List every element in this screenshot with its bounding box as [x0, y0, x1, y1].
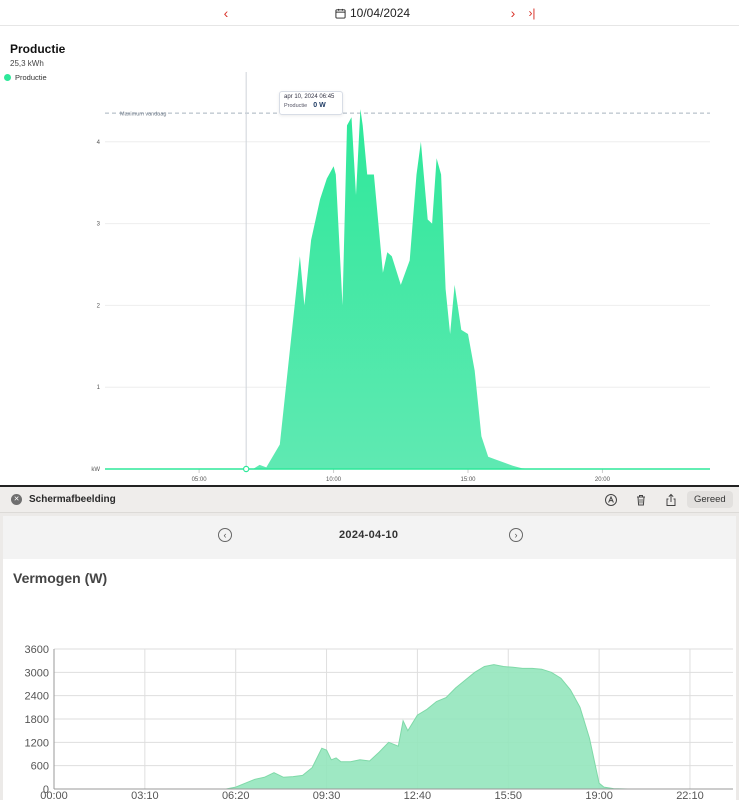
production-chart[interactable]: 1 2 3 4 kW 05:00 10:00 15:00 20:00 Maximum vandaa…	[0, 60, 739, 486]
chart-tooltip: apr 10, 2024 06:45 Productie 0 W	[279, 91, 343, 115]
done-button[interactable]: Gereed	[687, 491, 733, 508]
tooltip-value: 0 W	[313, 102, 326, 109]
crosshair-point	[242, 465, 250, 473]
y-tick-label: 1200	[25, 737, 49, 749]
y-tick-label: 4	[97, 140, 101, 146]
chevron-left-icon[interactable]: ‹	[218, 4, 234, 22]
tooltip-label: Productie	[284, 103, 308, 109]
date-display[interactable]: 10/04/2024	[335, 4, 410, 22]
y-tick-label: 2400	[25, 691, 49, 703]
y-tick-label: 1800	[25, 714, 49, 726]
vermogen-area	[54, 664, 733, 790]
y-tick-label: 3600	[25, 644, 49, 656]
x-tick-label: 15:50	[494, 790, 522, 800]
screenshot-window: ✕ Schermafbeelding Gereed ‹ 2024-04-10 ›…	[0, 487, 739, 800]
x-tick-label: 03:10	[131, 790, 159, 800]
y-tick-label: 3	[97, 222, 101, 228]
x-tick-label: 00:00	[40, 790, 68, 800]
y-tick-label: 3000	[25, 667, 49, 679]
tooltip-date: apr 10, 2024 06:45	[284, 94, 335, 100]
production-app: ‹ 10/04/2024 › ›| Productie 25,3 kWh Pro…	[0, 0, 739, 486]
share-icon[interactable]	[664, 493, 678, 507]
y-tick-label: 600	[31, 761, 49, 773]
x-tick-label: 20:00	[595, 477, 611, 483]
trash-icon[interactable]	[634, 493, 648, 507]
power-chart[interactable]: 06001200180024003000360000:00 03:10 06:20 0…	[3, 516, 736, 800]
y-axis-unit-label: kW	[91, 467, 100, 473]
x-tick-label: 05:00	[192, 477, 208, 483]
productie-area	[105, 109, 630, 469]
x-tick-label: 09:30	[313, 790, 341, 800]
x-tick-label: 15:00	[460, 477, 476, 483]
screenshot-content: ‹ 2024-04-10 › Vermogen (W) 0 600 1200 1800…	[3, 516, 736, 800]
calendar-icon	[335, 8, 346, 19]
chevron-right-icon[interactable]: ›	[506, 4, 520, 22]
x-tick-label: 19:00	[585, 790, 613, 800]
date-navigation-bar: ‹ 10/04/2024 › ›|	[0, 0, 739, 26]
max-reference-label: Maximum vandaag	[120, 112, 166, 118]
y-tick-label: 2	[97, 303, 101, 309]
skip-to-last-icon[interactable]: ›|	[524, 4, 540, 22]
window-titlebar: ✕ Schermafbeelding Gereed	[0, 487, 739, 513]
x-tick-label: 22:10	[676, 790, 704, 800]
close-icon[interactable]: ✕	[11, 494, 22, 505]
production-title: Productie	[10, 42, 66, 56]
window-title: Schermafbeelding	[29, 494, 116, 505]
y-tick-label: 1	[97, 385, 101, 391]
current-date: 10/04/2024	[350, 6, 411, 20]
x-tick-label: 06:20	[222, 790, 250, 800]
markup-icon[interactable]	[604, 493, 618, 507]
x-tick-label: 12:40	[404, 790, 432, 800]
x-tick-label: 10:00	[326, 477, 342, 483]
